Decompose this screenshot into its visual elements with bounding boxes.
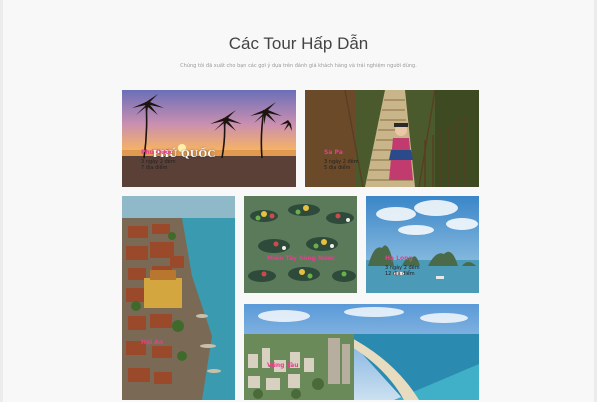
tour-places: 12 địa điểm bbox=[385, 270, 415, 277]
hoi-an-image bbox=[122, 196, 235, 400]
tour-info: Hạ Long 3 ngày 2 đêm 12 địa điểm bbox=[385, 255, 420, 277]
tour-info: Vũng Tàu bbox=[267, 362, 299, 370]
ha-long-image bbox=[366, 196, 479, 293]
section-title: Các Tour Hấp Dẫn bbox=[228, 34, 369, 53]
vung-tau-image bbox=[244, 304, 479, 400]
tour-card-vung-tau[interactable]: Vũng Tàu bbox=[244, 304, 479, 400]
tour-card-ha-long[interactable]: Hạ Long 3 ngày 2 đêm 12 địa điểm bbox=[366, 196, 479, 293]
phu-quoc-image bbox=[122, 90, 296, 187]
tour-name: Miền Tây Sông Nước bbox=[267, 255, 336, 262]
tour-info: Miền Tây Sông Nước bbox=[267, 255, 336, 263]
tour-name: Phú Quốc bbox=[141, 149, 174, 156]
mien-tay-image bbox=[244, 196, 357, 293]
tour-card-sa-pa[interactable]: Sa Pa 3 ngày 2 đêm 5 địa điểm bbox=[305, 90, 479, 187]
tour-places: 5 địa điểm bbox=[324, 164, 351, 171]
tour-name: Vũng Tàu bbox=[267, 362, 299, 369]
tour-info: Phú Quốc 3 ngày 2 đêm 7 địa điểm bbox=[141, 149, 176, 171]
section-subtitle: Chúng tôi đã xuất cho bạn các gợi ý dựa … bbox=[180, 63, 417, 69]
tour-info: Sa Pa 3 ngày 2 đêm 5 địa điểm bbox=[324, 149, 359, 171]
tour-section: Các Tour Hấp Dẫn Chúng tôi đã xuất cho b… bbox=[3, 0, 594, 402]
tour-name: Sa Pa bbox=[324, 149, 343, 156]
tour-name: Hội An bbox=[141, 339, 164, 346]
tour-card-hoi-an[interactable]: Hội An bbox=[122, 196, 235, 400]
tour-card-mien-tay[interactable]: Miền Tây Sông Nước bbox=[244, 196, 357, 293]
sa-pa-image bbox=[305, 90, 479, 187]
tour-info: Hội An bbox=[141, 339, 164, 347]
tour-name: Hạ Long bbox=[385, 255, 413, 262]
tour-places: 7 địa điểm bbox=[141, 164, 168, 171]
tour-card-phu-quoc[interactable]: PHÚ QUỐC Phú Quốc 3 ngày 2 đêm 7 địa điể… bbox=[122, 90, 296, 187]
